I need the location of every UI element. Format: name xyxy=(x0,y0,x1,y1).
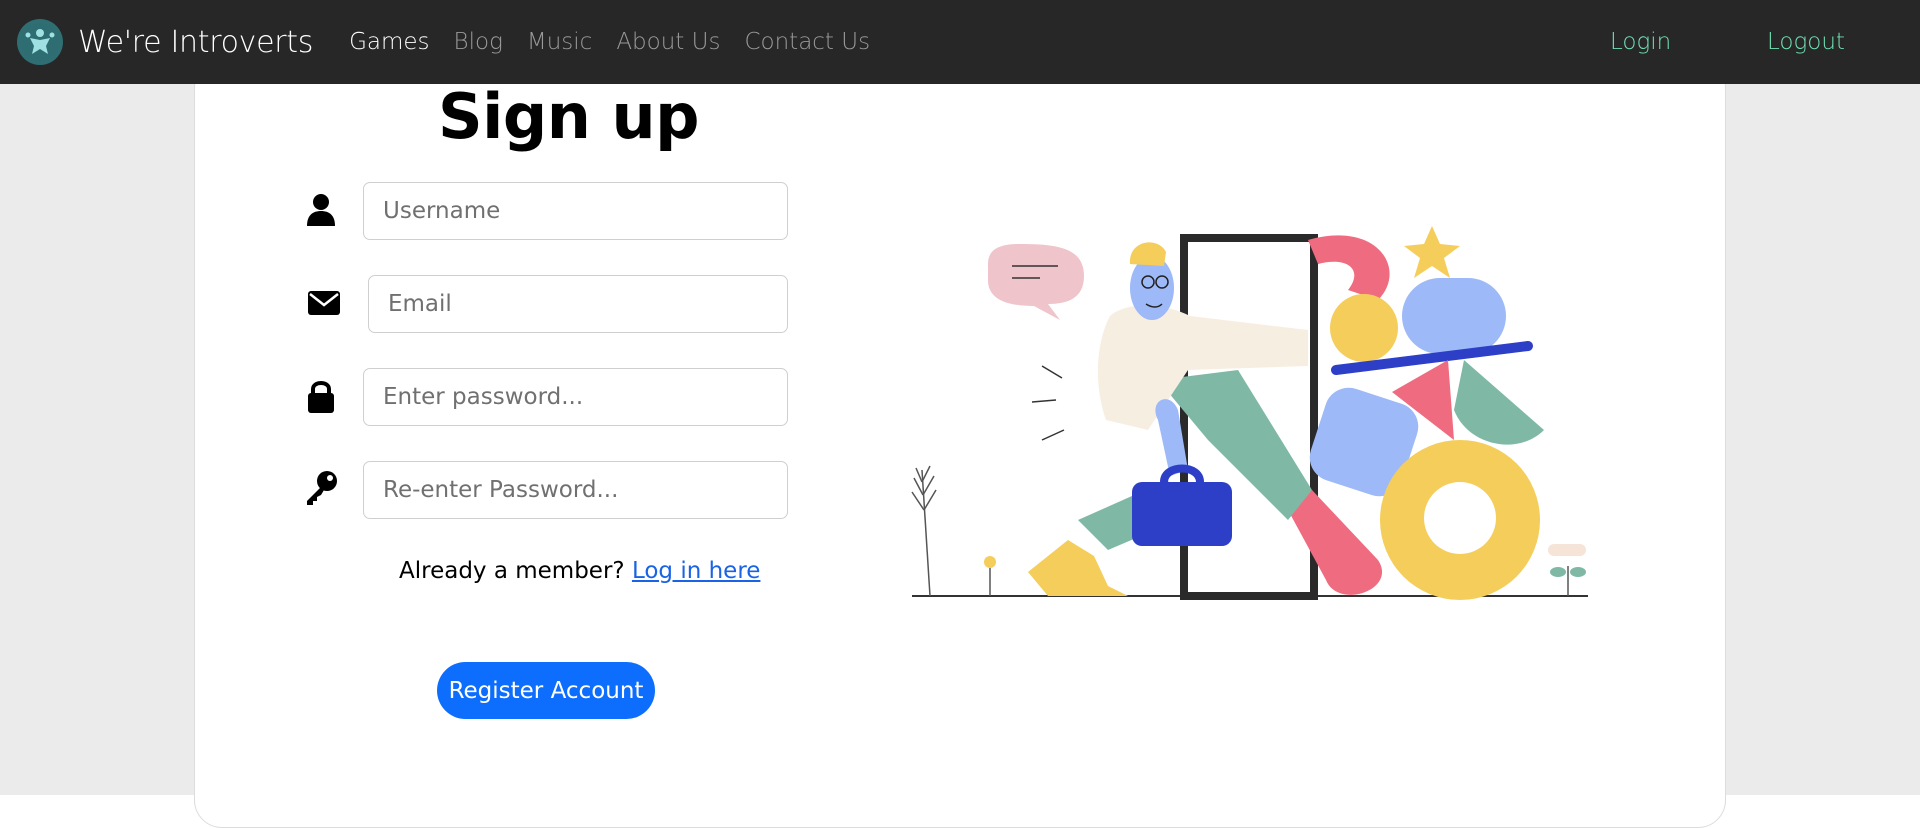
login-wrapper: Login xyxy=(1610,0,1671,84)
nav-link-about-us[interactable]: About Us xyxy=(616,29,720,55)
envelope-icon xyxy=(307,285,341,321)
register-account-button[interactable]: Register Account xyxy=(437,662,655,719)
nav-links: Games Blog Music About Us Contact Us xyxy=(349,29,894,55)
nav-link-contact-us[interactable]: Contact Us xyxy=(744,29,870,55)
username-field[interactable] xyxy=(363,182,788,240)
page-title: Sign up xyxy=(438,80,700,153)
password-field[interactable] xyxy=(363,368,788,426)
nav-link-music[interactable]: Music xyxy=(527,29,592,55)
brand-logo-icon xyxy=(17,19,63,65)
key-icon xyxy=(304,470,338,506)
lock-icon xyxy=(304,378,338,414)
already-member-text: Already a member? Log in here xyxy=(399,558,760,584)
logout-link[interactable]: Logout xyxy=(1767,29,1845,55)
signup-illustration xyxy=(911,226,1588,600)
plant-left xyxy=(911,465,937,597)
reenter-password-field[interactable] xyxy=(363,461,788,519)
brand-name: We're Introverts xyxy=(78,24,314,60)
member-label: Already a member? xyxy=(399,558,625,584)
user-icon xyxy=(304,192,338,228)
email-field[interactable] xyxy=(368,275,788,333)
nav-link-games[interactable]: Games xyxy=(349,29,429,55)
login-link[interactable]: Login xyxy=(1610,29,1671,55)
brand-link[interactable]: We're Introverts xyxy=(17,19,313,65)
login-here-link[interactable]: Log in here xyxy=(632,558,761,584)
top-navbar: We're Introverts Games Blog Music About … xyxy=(0,0,1920,84)
nav-link-blog[interactable]: Blog xyxy=(454,29,503,55)
logout-wrapper: Logout xyxy=(1767,0,1845,84)
